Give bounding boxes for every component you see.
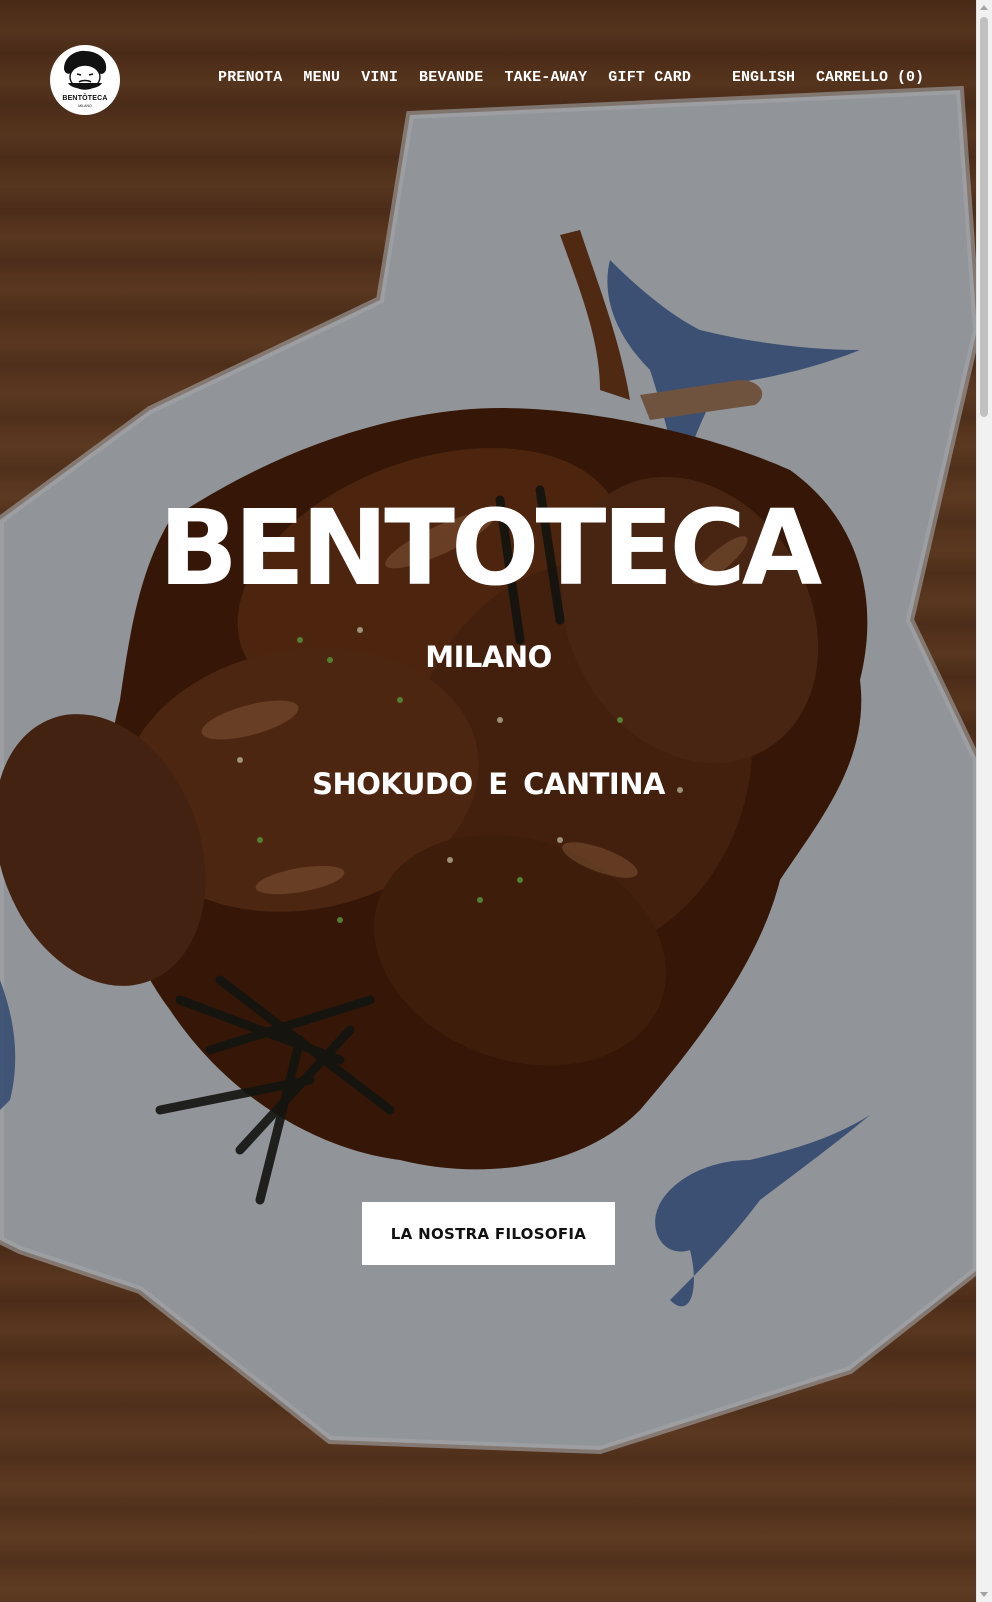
site-header: BENTŌTECA MILANO PRENOTA MENU VINI BEVAN… [0, 0, 977, 160]
hero-background-image [0, 0, 977, 1602]
page: BENTŌTECA MILANO PRENOTA MENU VINI BEVAN… [0, 0, 992, 1602]
page-scrollbar[interactable] [976, 0, 992, 1602]
scroll-up-arrow-icon[interactable] [980, 5, 988, 10]
nav-item-bevande[interactable]: BEVANDE [419, 69, 483, 86]
nav-item-gift-card[interactable]: GIFT CARD [608, 69, 691, 86]
cart-link[interactable]: CARRELLO (0) [816, 69, 924, 86]
nav-item-take-away[interactable]: TAKE-AWAY [504, 69, 587, 86]
language-switch-link[interactable]: ENGLISH [732, 69, 795, 86]
main-navigation: PRENOTA MENU VINI BEVANDE TAKE-AWAY GIFT… [218, 69, 712, 86]
logo-text: BENTŌTECA [62, 95, 108, 102]
logo-subtext: MILANO [78, 104, 92, 108]
hero-tagline: SHOKUDO E CANTINA [312, 767, 665, 801]
scrollbar-thumb[interactable] [980, 17, 988, 417]
hero-title: BENTOTECA [158, 487, 823, 609]
philosophy-button[interactable]: LA NOSTRA FILOSOFIA [362, 1202, 615, 1265]
nav-item-menu[interactable]: MENU [303, 69, 340, 86]
hero-city: MILANO [425, 640, 552, 674]
nav-item-vini[interactable]: VINI [361, 69, 398, 86]
scroll-down-arrow-icon[interactable] [980, 1592, 988, 1597]
logo[interactable]: BENTŌTECA MILANO [50, 45, 120, 115]
nav-item-prenota[interactable]: PRENOTA [218, 69, 282, 86]
hero-dark-overlay [0, 0, 977, 1602]
header-utilities: ENGLISH CARRELLO (0) [732, 69, 924, 86]
